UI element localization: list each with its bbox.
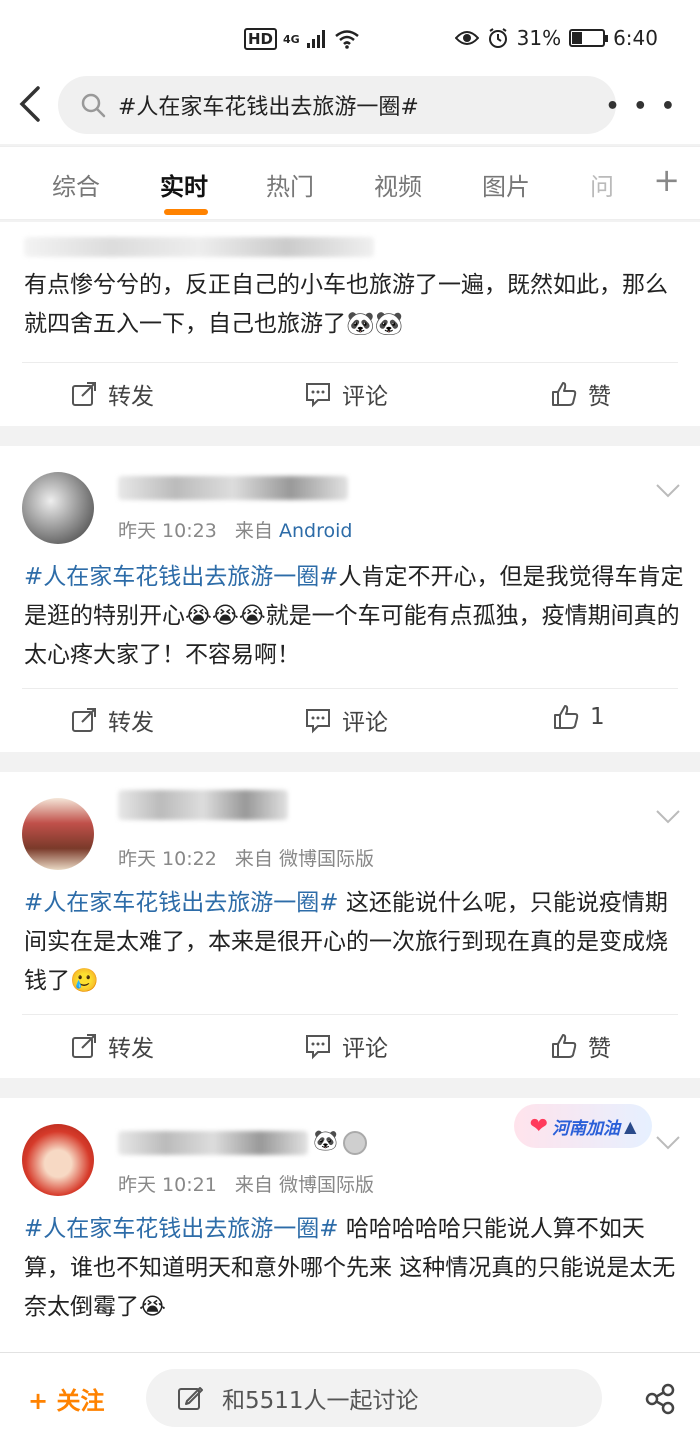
share-icon[interactable] (644, 1383, 676, 1415)
follow-button[interactable]: + 关注 (28, 1381, 104, 1416)
post-actions: 转发 评论 赞 (22, 1014, 678, 1076)
post-text: #人在家车花钱出去旅游一圈# 哈哈哈哈哈只能说人算不如天算，谁也不知道明天和意外… (24, 1216, 676, 1320)
crying-emoji-icon: 😭 (139, 1294, 166, 1320)
status-bar: HD 4G 31% 6:40 (0, 0, 700, 80)
emoji-icon: 🥲 (70, 968, 99, 994)
repost-icon (72, 1034, 96, 1058)
repost-icon (72, 708, 96, 732)
post-source[interactable]: 微博国际版 (279, 1174, 374, 1196)
like-button[interactable]: 赞 (550, 377, 611, 411)
post-text: #人在家车花钱出去旅游一圈#人肯定不开心，但是我觉得车肯定是逛的特别开心😭😭😭就… (24, 564, 684, 668)
source-prefix: 来自 (234, 1174, 273, 1196)
more-options-icon[interactable]: • • • (605, 94, 678, 119)
blurred-username[interactable] (118, 790, 288, 820)
avatar[interactable] (22, 1124, 94, 1196)
comment-button[interactable]: 评论 (304, 377, 388, 411)
add-tab-icon[interactable]: + (653, 161, 680, 199)
system-indicators: 31% 6:40 (454, 26, 658, 50)
repost-button[interactable]: 转发 (70, 377, 154, 411)
like-count: 1 (590, 704, 605, 730)
topic-tag[interactable]: #人在家车花钱出去旅游一圈# (24, 564, 339, 590)
comment-icon (306, 383, 330, 408)
post-time: 昨天 10:23 (118, 520, 217, 542)
comment-icon (306, 709, 330, 734)
post-card: 昨天 10:23 来自 Android #人在家车花钱出去旅游一圈#人肯定不开心… (0, 446, 700, 752)
post-actions: 转发 评论 1 (22, 688, 678, 750)
tab-qa[interactable]: 问 (590, 167, 614, 202)
battery-icon (569, 29, 609, 47)
alarm-icon (488, 28, 507, 48)
repost-button[interactable]: 转发 (70, 1029, 154, 1063)
post-text: #人在家车花钱出去旅游一圈# 这还能说什么呢，只能说疫情期间实在是太难了，本来是… (24, 890, 668, 994)
tab-realtime[interactable]: 实时 (160, 167, 208, 202)
blurred-username[interactable]: 🐼 (118, 1128, 368, 1158)
chevron-down-icon[interactable] (654, 482, 682, 500)
discuss-input[interactable]: 和5511人一起讨论 (146, 1369, 602, 1427)
topic-tag[interactable]: #人在家车花钱出去旅游一圈# (24, 890, 339, 916)
network-indicators: HD 4G (244, 28, 360, 50)
signal-label: 4G (283, 32, 300, 46)
clock: 6:40 (613, 26, 658, 50)
panda-icon: 🐼 (313, 1128, 338, 1152)
comment-button[interactable]: 评论 (304, 703, 388, 737)
hd-indicator: HD (244, 28, 278, 50)
tab-comprehensive[interactable]: 综合 (52, 167, 100, 202)
eye-icon (454, 31, 479, 45)
chevron-down-icon[interactable] (654, 1134, 682, 1152)
comment-button[interactable]: 评论 (304, 1029, 388, 1063)
back-arrow-icon[interactable] (12, 82, 48, 126)
signal-icon (306, 30, 325, 48)
thumbs-up-icon (554, 705, 579, 729)
thumbs-up-icon (552, 1034, 577, 1058)
post-actions: 转发 评论 赞 (22, 362, 678, 424)
heart-icon: ❤ (529, 1113, 549, 1139)
discuss-label: 和5511人一起讨论 (222, 1388, 419, 1414)
comment-icon (306, 1035, 330, 1060)
post-source[interactable]: Android (279, 520, 352, 542)
avatar[interactable] (22, 798, 94, 870)
like-button[interactable]: 1 (552, 703, 605, 731)
post-time: 昨天 10:21 (118, 1174, 217, 1196)
crying-emoji-icon: 😭😭😭 (185, 603, 266, 629)
repost-icon (72, 382, 96, 406)
post-card: 🐼 ❤ 河南加油 ▲ 昨天 10:21 来自 微博国际版 #人在家车花钱出去旅游… (0, 1098, 700, 1352)
tab-video[interactable]: 视频 (374, 167, 422, 202)
blurred-username[interactable] (118, 476, 348, 506)
post-text: 有点惨兮兮的，反正自己的小车也旅游了一遍，既然如此，那么就四舍五入一下，自己也旅… (24, 272, 668, 337)
panda-emoji-icon: 🐼🐼 (346, 311, 404, 337)
like-button[interactable]: 赞 (550, 1029, 611, 1063)
active-tab-indicator (164, 209, 208, 215)
henan-badge: ❤ 河南加油 ▲ (514, 1104, 652, 1148)
post-card: 有点惨兮兮的，反正自己的小车也旅游了一遍，既然如此，那么就四舍五入一下，自己也旅… (0, 222, 700, 426)
tower-icon: ▲ (624, 1116, 637, 1136)
source-prefix: 来自 (234, 848, 273, 870)
search-input[interactable]: #人在家车花钱出去旅游一圈# (58, 76, 616, 134)
search-icon (81, 93, 106, 118)
post-meta: 昨天 10:22 来自 微博国际版 (118, 844, 374, 871)
post-time: 昨天 10:22 (118, 848, 217, 870)
battery-percent: 31% (516, 26, 562, 50)
post-meta: 昨天 10:21 来自 微博国际版 (118, 1170, 374, 1197)
tab-hot[interactable]: 热门 (266, 167, 314, 202)
thumbs-up-icon (552, 382, 577, 406)
wifi-icon (334, 30, 359, 49)
search-query: #人在家车花钱出去旅游一圈# (118, 95, 419, 120)
tab-pictures[interactable]: 图片 (482, 167, 530, 202)
tab-bar: 综合 实时 热门 视频 图片 问 + (0, 146, 700, 220)
edit-icon (178, 1387, 203, 1410)
search-header: #人在家车花钱出去旅游一圈# • • • (0, 72, 700, 144)
repost-button[interactable]: 转发 (70, 703, 154, 737)
chevron-down-icon[interactable] (654, 808, 682, 826)
post-source[interactable]: 微博国际版 (279, 848, 374, 870)
blurred-topic-tag (24, 236, 384, 262)
bottom-bar: + 关注 和5511人一起讨论 (0, 1352, 700, 1444)
post-meta: 昨天 10:23 来自 Android (118, 516, 352, 543)
medal-badge-icon (343, 1130, 368, 1155)
post-card: 昨天 10:22 来自 微博国际版 #人在家车花钱出去旅游一圈# 这还能说什么呢… (0, 772, 700, 1078)
source-prefix: 来自 (234, 520, 273, 542)
topic-tag[interactable]: #人在家车花钱出去旅游一圈# (24, 1216, 339, 1242)
avatar[interactable] (22, 472, 94, 544)
